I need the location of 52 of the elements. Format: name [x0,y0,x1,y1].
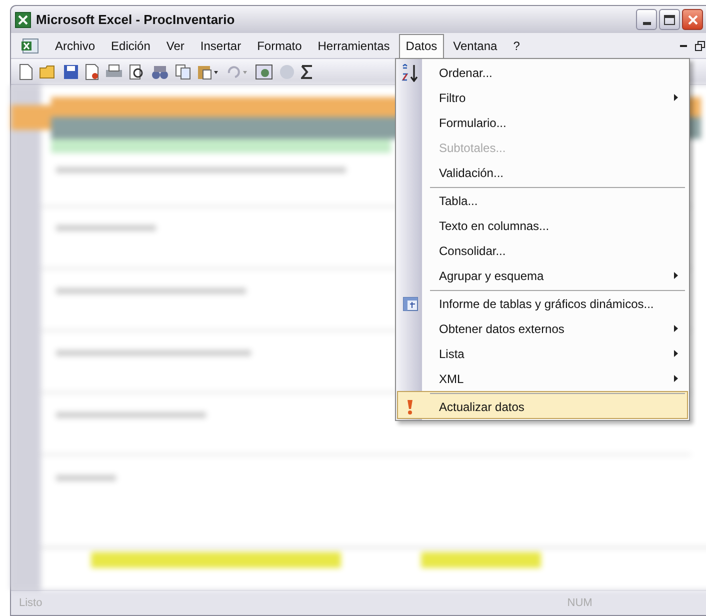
status-text: Listo [19,596,42,611]
menu-item[interactable]: Edición [104,34,158,58]
new-document-icon[interactable] [19,64,33,80]
maximize-icon [664,14,675,24]
menu-option[interactable]: Ordenar... [397,60,688,85]
sort-ascending-icon [401,64,419,82]
close-button[interactable] [682,9,703,30]
menu-item[interactable]: Herramientas [310,34,397,58]
menu-option[interactable]: Texto en columnas... [397,213,688,238]
printer-icon[interactable] [105,64,123,80]
menu-option[interactable]: Formulario... [397,110,688,135]
menu-item[interactable]: Ventana [446,34,504,58]
menu-option[interactable]: Lista [397,341,688,366]
binoculars-icon[interactable] [151,64,169,80]
submenu-arrow-icon [674,350,678,357]
menu-item[interactable]: Insertar [193,34,248,58]
folder-icon[interactable] [39,64,57,80]
copy-icon[interactable] [175,64,191,80]
menu-item[interactable]: Archivo [48,34,102,58]
sum-icon[interactable] [301,64,313,80]
menu-option[interactable]: Filtro [397,85,688,110]
spreadsheet-icon [15,12,31,28]
spreadsheet-icon [21,38,39,54]
submenu-arrow-icon [674,325,678,332]
close-icon [688,14,698,24]
minimize-button[interactable] [636,9,657,30]
menu-option[interactable]: Actualizar datos [397,391,688,419]
document-icon[interactable] [85,64,99,80]
submenu-arrow-icon [674,94,678,101]
menu-item[interactable]: Formato [250,34,309,58]
num-lock-indicator: NUM [567,596,592,611]
menu-item[interactable]: Ver [159,34,192,58]
maximize-button[interactable] [659,9,680,30]
menu-item[interactable]: ? [506,34,527,58]
minimize-icon[interactable] [680,44,687,46]
print-preview-icon[interactable] [129,64,145,80]
menu-option[interactable]: XML [397,366,688,391]
menu-option[interactable]: Consolidar... [397,238,688,263]
exclamation-icon [406,398,414,414]
window-title: Microsoft Excel - ProcInventario [36,10,235,29]
submenu-arrow-icon [674,272,678,279]
minimize-icon [642,22,650,25]
menu-option[interactable]: Obtener datos externos [397,316,688,341]
pivot-table-icon [402,296,418,310]
menu-option[interactable]: Agrupar y esquema [397,263,688,288]
menu-item[interactable]: Datos [398,34,444,58]
clipboard-icon[interactable] [197,64,219,80]
restore-icon[interactable] [695,40,705,50]
menu-option[interactable]: Validación... [397,160,688,185]
menu-option[interactable]: Informe de tablas y gráficos dinámicos... [397,288,688,316]
menu-option[interactable]: Tabla... [397,185,688,213]
submenu-arrow-icon [674,375,678,382]
